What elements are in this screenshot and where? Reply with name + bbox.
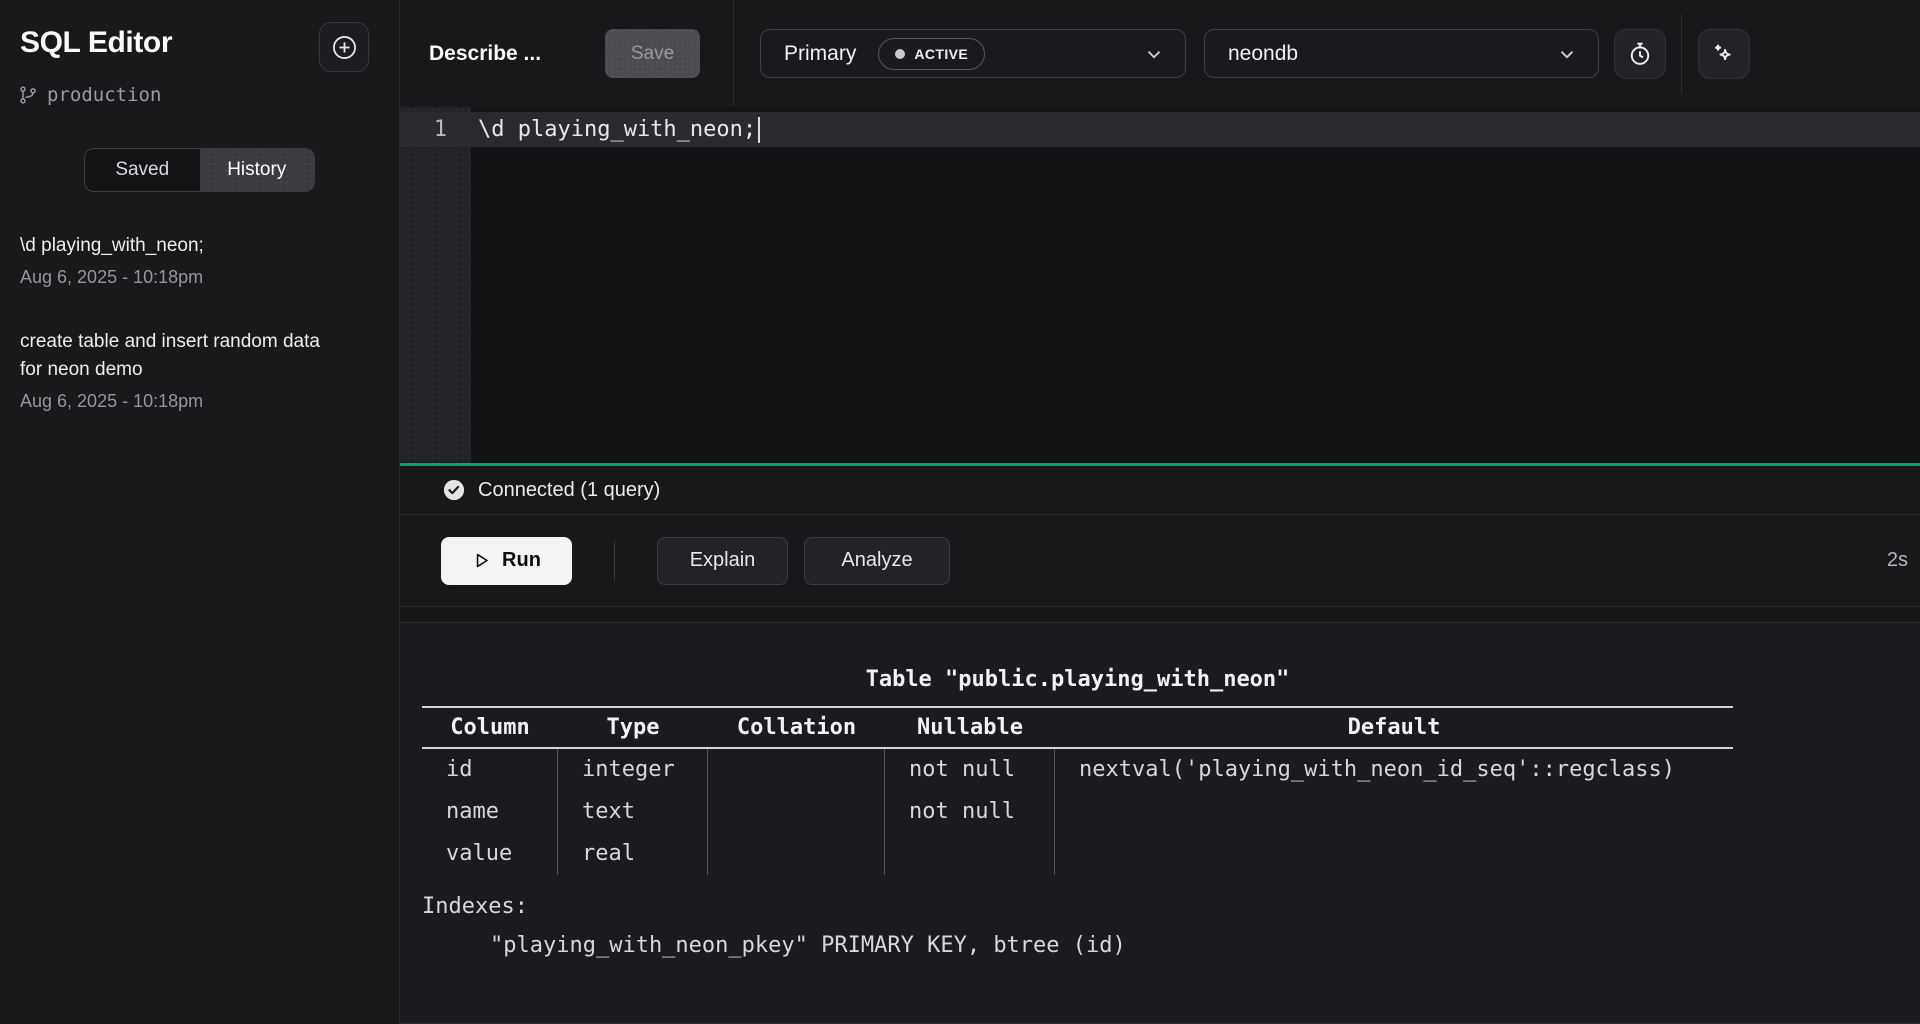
tab-history[interactable]: History — [200, 149, 315, 191]
table-cell — [1055, 833, 1733, 875]
save-button[interactable]: Save — [605, 29, 700, 78]
table-cell: not null — [885, 749, 1055, 791]
panel-gap — [400, 607, 1920, 622]
column-header: Type — [558, 708, 708, 747]
explain-button[interactable]: Explain — [657, 537, 788, 585]
sidebar-header: SQL Editor — [0, 0, 399, 72]
connection-controls: Primary ACTIVE neondb — [734, 0, 1920, 107]
saved-history-tabs: Saved History — [84, 148, 315, 192]
sidebar: SQL Editor production Saved History — [0, 0, 400, 1024]
table-cell — [708, 791, 885, 833]
table-cell — [885, 833, 1055, 875]
status-badge-label: ACTIVE — [914, 46, 968, 62]
connection-status-text: Connected (1 query) — [478, 479, 660, 502]
main-panel: Describe ... Save Primary ACTIVE neondb — [400, 0, 1920, 1024]
table-cell — [1055, 791, 1733, 833]
status-dot-icon — [895, 49, 905, 59]
table-cell: value — [422, 833, 558, 875]
plus-circle-icon — [331, 34, 358, 61]
query-duration: 2s — [1887, 549, 1910, 572]
query-title: Describe ... — [429, 42, 541, 66]
query-action-bar: Run Explain Analyze 2s — [400, 515, 1920, 607]
table-cell: real — [558, 833, 708, 875]
sparkles-icon — [1711, 41, 1737, 67]
sql-editor-app: SQL Editor production Saved History — [0, 0, 1920, 1024]
run-button[interactable]: Run — [441, 537, 572, 585]
new-query-button[interactable] — [319, 22, 369, 72]
table-cell: integer — [558, 749, 708, 791]
chevron-down-icon — [1556, 43, 1578, 65]
column-header: Collation — [708, 708, 885, 747]
result-table-body: id integer not null nextval('playing_wit… — [422, 749, 1733, 875]
play-icon — [472, 551, 491, 570]
code-text: \d playing_with_neon; — [478, 117, 756, 142]
column-header: Column — [422, 708, 558, 747]
toolbar-divider — [1681, 14, 1682, 94]
history-item-timestamp: Aug 6, 2025 - 10:18pm — [20, 391, 379, 412]
ai-assist-button[interactable] — [1698, 29, 1750, 79]
line-number: 1 — [400, 117, 471, 142]
tab-saved[interactable]: Saved — [85, 149, 200, 191]
result-table: Table "public.playing_with_neon" Column … — [422, 667, 1733, 969]
git-branch-icon — [18, 85, 38, 105]
analyze-button[interactable]: Analyze — [804, 537, 950, 585]
history-item[interactable]: create table and insert random data for … — [20, 328, 379, 412]
database-selector-dropdown[interactable]: neondb — [1204, 29, 1599, 78]
result-table-title: Table "public.playing_with_neon" — [422, 667, 1733, 692]
action-divider — [614, 541, 615, 581]
database-selector-value: neondb — [1228, 42, 1298, 66]
query-history-button[interactable] — [1614, 29, 1666, 79]
column-header: Default — [1055, 708, 1733, 747]
code-line: \d playing_with_neon; — [471, 117, 760, 143]
history-item[interactable]: \d playing_with_neon; Aug 6, 2025 - 10:1… — [20, 232, 379, 288]
branch-selector-dropdown[interactable]: Primary ACTIVE — [760, 29, 1186, 78]
history-item-title: create table and insert random data for … — [20, 328, 320, 384]
table-cell: not null — [885, 791, 1055, 833]
table-cell: nextval('playing_with_neon_id_seq'::regc… — [1055, 749, 1733, 791]
branch-selector-value: Primary — [784, 42, 856, 66]
status-badge: ACTIVE — [878, 38, 985, 70]
query-results-panel: Table "public.playing_with_neon" Column … — [400, 622, 1920, 1024]
indexes-section: Indexes: "playing_with_neon_pkey" PRIMAR… — [422, 891, 1733, 969]
table-cell: name — [422, 791, 558, 833]
branch-indicator: production — [18, 84, 399, 106]
page-title: SQL Editor — [20, 22, 172, 60]
index-definition: "playing_with_neon_pkey" PRIMARY KEY, bt… — [422, 923, 1733, 969]
table-cell: text — [558, 791, 708, 833]
column-header: Nullable — [885, 708, 1055, 747]
table-cell — [708, 749, 885, 791]
editor-code-area[interactable] — [471, 107, 1920, 463]
indexes-label: Indexes: — [422, 891, 1733, 923]
run-button-label: Run — [502, 549, 541, 572]
connection-status-bar: Connected (1 query) — [400, 466, 1920, 515]
history-item-title: \d playing_with_neon; — [20, 232, 320, 260]
text-cursor — [758, 117, 760, 143]
table-cell — [708, 833, 885, 875]
history-item-timestamp: Aug 6, 2025 - 10:18pm — [20, 267, 379, 288]
result-table-header: Column Type Collation Nullable Default — [422, 706, 1733, 749]
query-title-section: Describe ... Save — [400, 0, 733, 107]
check-circle-icon — [443, 479, 465, 501]
stopwatch-icon — [1627, 41, 1653, 67]
chevron-down-icon — [1143, 43, 1165, 65]
sql-code-editor[interactable]: 1 \d playing_with_neon; — [400, 107, 1920, 463]
branch-name: production — [47, 84, 161, 106]
history-list: \d playing_with_neon; Aug 6, 2025 - 10:1… — [0, 232, 399, 452]
table-cell: id — [422, 749, 558, 791]
editor-gutter — [400, 107, 471, 463]
editor-active-line[interactable]: 1 \d playing_with_neon; — [400, 112, 1920, 147]
top-toolbar: Describe ... Save Primary ACTIVE neondb — [400, 0, 1920, 107]
